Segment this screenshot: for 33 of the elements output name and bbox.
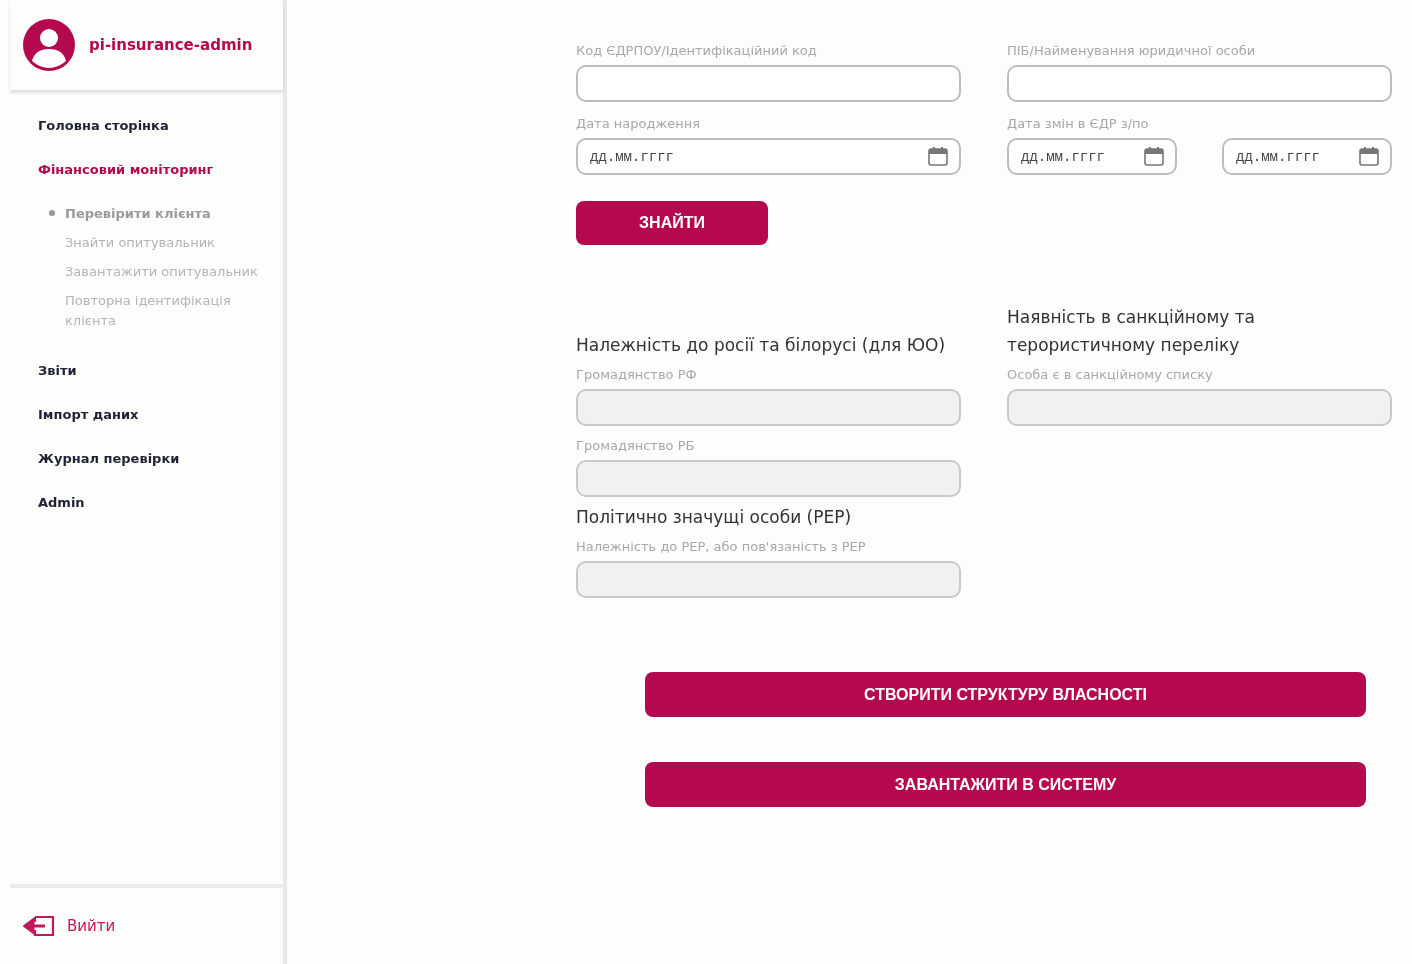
nav-item[interactable]: Журнал перевірки <box>38 437 283 481</box>
nav-item[interactable]: Звіти <box>38 349 283 393</box>
logout-icon[interactable] <box>23 915 55 937</box>
logout-link[interactable]: Вийти <box>67 914 116 938</box>
section-title: Належність до росії та білорусі (для ЮО) <box>576 334 947 357</box>
field-label: ПІБ/Найменування юридичної особи <box>1007 43 1257 59</box>
calendar-icon[interactable] <box>927 145 949 167</box>
field-label: Належність до PEP, або пов'язаність з PEP <box>576 539 867 555</box>
action-button[interactable]: СТВОРИТИ СТРУКТУРУ ВЛАСНОСТІ <box>645 672 1366 717</box>
nav-item[interactable]: Імпорт даних <box>38 393 283 437</box>
nav-item[interactable]: Фінансовий моніторинг <box>38 148 283 192</box>
search-button[interactable]: ЗНАЙТИ <box>576 201 768 245</box>
date-field[interactable]: дд.мм.гггг <box>1007 138 1177 175</box>
input-field[interactable] <box>576 65 961 102</box>
action-button[interactable]: ЗАВАНТАЖИТИ В СИСТЕМУ <box>645 762 1366 807</box>
field-label: Особа є в санкційному списку <box>1007 367 1214 383</box>
bullet-icon <box>48 210 55 216</box>
field-label: Дата змін в ЄДР з/по <box>1007 116 1150 132</box>
user-name: pi-insurance-admin <box>89 34 253 56</box>
field-label: Код ЄДРПОУ/Ідентифікаційний код <box>576 43 818 59</box>
date-field[interactable]: дд.мм.гггг <box>1222 138 1392 175</box>
field-label: Громадянство РБ <box>576 438 696 454</box>
date-field[interactable]: дд.мм.гггг <box>576 138 961 175</box>
user-avatar-icon <box>23 19 75 71</box>
calendar-icon[interactable] <box>1358 145 1380 167</box>
section-title: Політично значущі особи (PEP) <box>576 506 853 529</box>
nav-item[interactable]: Admin <box>38 481 283 525</box>
field-label: Громадянство РФ <box>576 367 698 383</box>
calendar-icon[interactable] <box>1143 145 1165 167</box>
nav-item[interactable]: Головна сторінка <box>38 104 283 148</box>
input-field[interactable] <box>1007 65 1392 102</box>
field-label: Дата народження <box>576 116 701 132</box>
section-title: Наявність в санкційному та терористичному переліку <box>1007 306 1256 357</box>
